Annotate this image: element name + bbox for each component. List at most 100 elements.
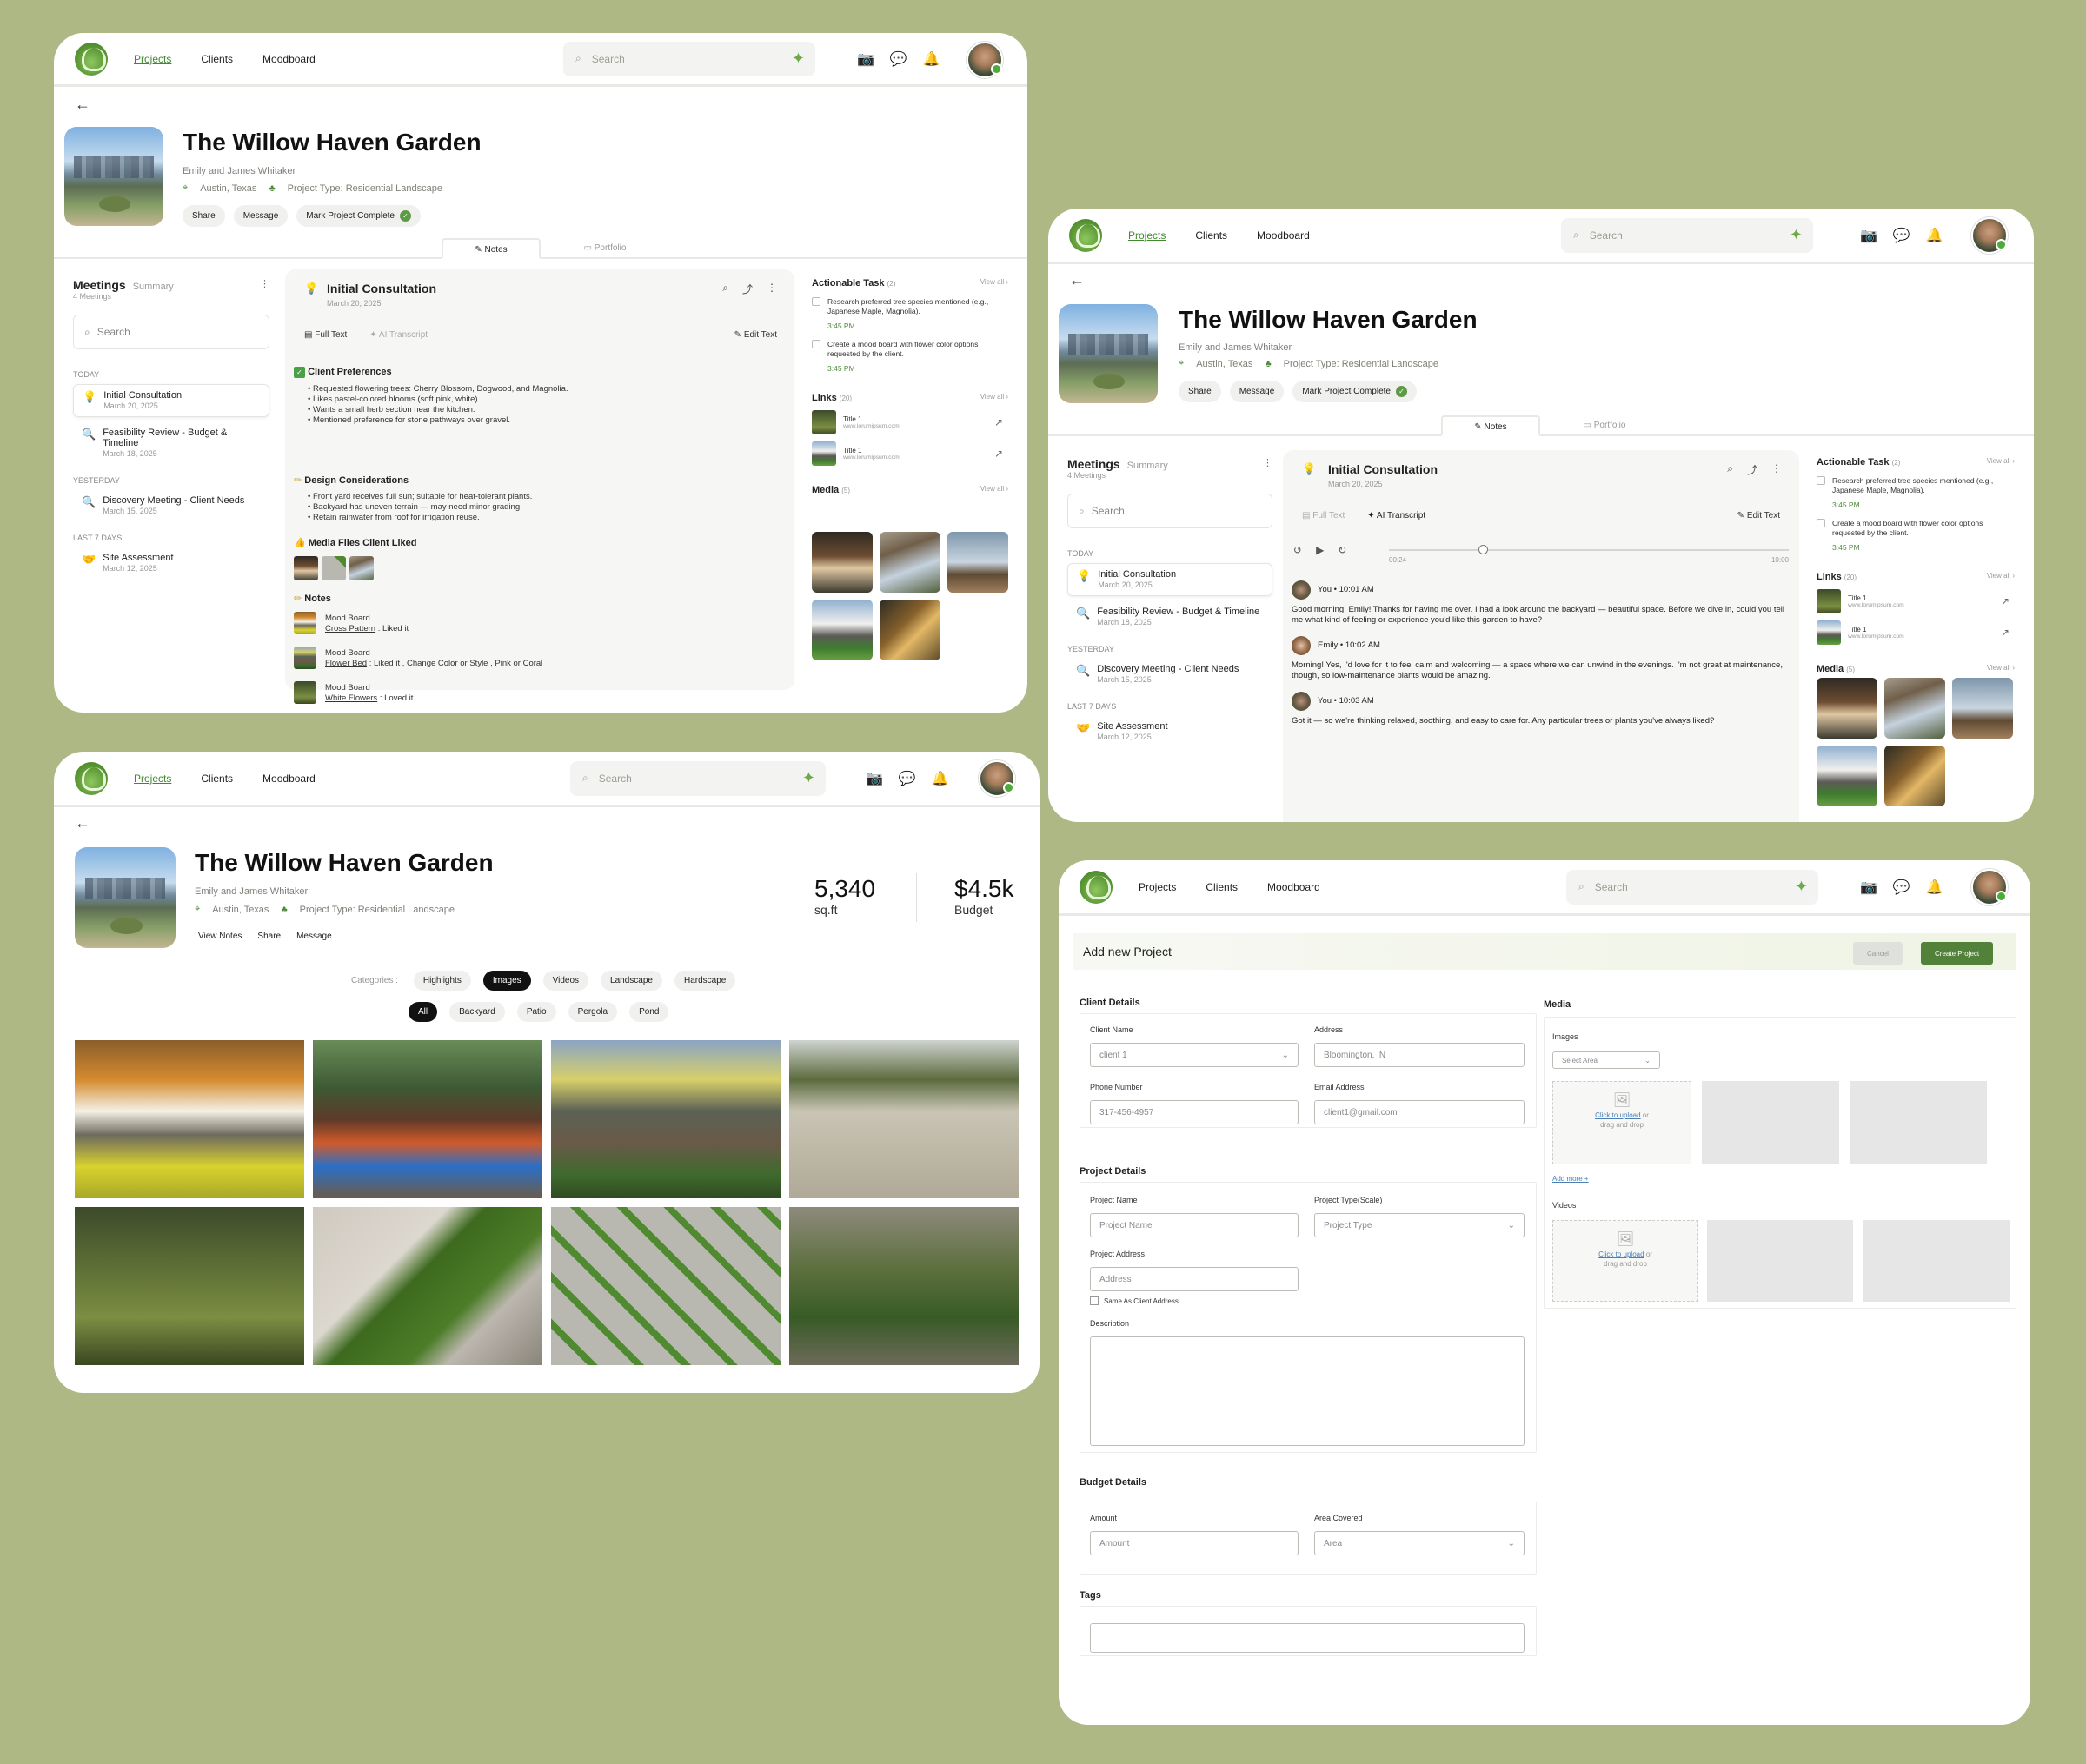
nav-projects[interactable]: Projects <box>134 53 171 65</box>
meeting-item[interactable]: 🔍 Discovery Meeting - Client Needs March 1… <box>1067 659 1272 690</box>
nav-moodboard[interactable]: Moodboard <box>262 773 316 785</box>
portfolio-image[interactable] <box>789 1040 1019 1198</box>
chat-icon[interactable]: 💬 <box>899 770 916 787</box>
note-link[interactable]: Flower Bed <box>325 659 367 668</box>
task-checkbox[interactable] <box>1817 519 1825 527</box>
user-avatar[interactable] <box>1971 217 2008 254</box>
meeting-item[interactable]: 🤝 Site Assessment March 12, 2025 <box>73 547 269 579</box>
media-thumbnail[interactable] <box>1884 678 1945 739</box>
amount-field[interactable]: Amount <box>1090 1531 1299 1555</box>
video-upload-dropzone[interactable]: 🖼 Click to upload or drag and drop <box>1552 1220 1698 1302</box>
message-button[interactable]: Message <box>1229 381 1285 402</box>
search-icon[interactable]: ⌕ <box>1727 462 1733 477</box>
meeting-item[interactable]: 🔍 Discovery Meeting - Client Needs March 1… <box>73 490 269 521</box>
search-input[interactable]: ⌕ Search ✦ <box>1566 869 1818 905</box>
summary-link[interactable]: Summary <box>133 282 174 292</box>
phone-field[interactable]: 317-456-4957 <box>1090 1100 1299 1124</box>
view-all-link[interactable]: View all › <box>980 485 1008 493</box>
more-icon[interactable]: ⋮ <box>1771 462 1782 477</box>
external-link-icon[interactable]: ↗ <box>994 448 1003 460</box>
filter-pergola[interactable]: Pergola <box>568 1002 618 1022</box>
view-all-link[interactable]: View all › <box>1987 457 2015 465</box>
portfolio-image[interactable] <box>313 1207 542 1365</box>
media-thumbnail[interactable] <box>1817 746 1877 806</box>
meetings-search[interactable]: ⌕ Search <box>1067 494 1272 528</box>
link-item[interactable]: Title 1 www.lorumipsum.com ↗ <box>1817 589 2015 613</box>
full-text-toggle[interactable]: ▤ Full Text <box>304 330 347 340</box>
ai-sparkle-icon[interactable]: ✦ <box>1795 878 1808 896</box>
portfolio-image[interactable] <box>789 1207 1019 1365</box>
nav-projects[interactable]: Projects <box>1139 881 1176 893</box>
share-button[interactable]: Share <box>1179 381 1221 402</box>
filter-patio[interactable]: Patio <box>516 1002 556 1022</box>
category-landscape[interactable]: Landscape <box>601 971 662 991</box>
search-input[interactable]: ⌕ Search ✦ <box>570 760 826 796</box>
user-avatar[interactable] <box>1971 869 2008 905</box>
camera-icon[interactable]: 📷 <box>857 50 874 68</box>
bell-icon[interactable]: 🔔 <box>923 50 940 68</box>
view-all-link[interactable]: View all › <box>980 278 1008 286</box>
audio-scrubber[interactable] <box>1389 545 1789 554</box>
address-field[interactable]: Bloomington, IN <box>1314 1043 1525 1067</box>
nav-clients[interactable]: Clients <box>1195 229 1227 242</box>
create-project-button[interactable]: Create Project <box>1921 942 1994 965</box>
summary-link[interactable]: Summary <box>1127 461 1168 471</box>
tab-notes[interactable]: ✎ Notes <box>442 238 541 259</box>
image-upload-dropzone[interactable]: 🖼 Click to upload or drag and drop <box>1552 1081 1691 1164</box>
task-item[interactable]: Research preferred tree species mentione… <box>812 297 1008 331</box>
mark-complete-button[interactable]: Mark Project Complete ✓ <box>1292 381 1417 402</box>
task-checkbox[interactable] <box>812 297 820 306</box>
share-icon[interactable]: ⤴ <box>742 282 753 296</box>
more-icon[interactable]: ⋮ <box>1263 457 1272 468</box>
ai-transcript-toggle[interactable]: ✦ AI Transcript <box>1367 511 1425 521</box>
filter-all[interactable]: All <box>409 1002 438 1022</box>
chat-icon[interactable]: 💬 <box>1893 227 1910 244</box>
share-button[interactable]: Share <box>254 926 284 946</box>
brand-logo[interactable] <box>1069 218 1102 252</box>
media-thumbnail[interactable] <box>322 556 346 580</box>
nav-clients[interactable]: Clients <box>1206 881 1238 893</box>
back-arrow-icon[interactable]: ← <box>75 96 90 114</box>
more-icon[interactable]: ⋮ <box>767 282 777 296</box>
nav-moodboard[interactable]: Moodboard <box>1267 881 1320 893</box>
media-thumbnail[interactable] <box>349 556 374 580</box>
forward-icon[interactable]: ↻ <box>1338 544 1346 556</box>
nav-projects[interactable]: Projects <box>1128 229 1166 242</box>
tab-portfolio[interactable]: ▭ Portfolio <box>1561 415 1648 436</box>
portfolio-image[interactable] <box>75 1040 304 1198</box>
ai-sparkle-icon[interactable]: ✦ <box>792 50 805 68</box>
more-icon[interactable]: ⋮ <box>260 278 269 289</box>
external-link-icon[interactable]: ↗ <box>2001 595 2010 607</box>
project-address-field[interactable]: Address <box>1090 1267 1299 1291</box>
camera-icon[interactable]: 📷 <box>1860 879 1877 896</box>
email-field[interactable]: client1@gmail.com <box>1314 1100 1525 1124</box>
description-textarea[interactable] <box>1090 1336 1525 1446</box>
cancel-button[interactable]: Cancel <box>1853 942 1903 965</box>
nav-projects[interactable]: Projects <box>134 773 171 785</box>
back-arrow-icon[interactable]: ← <box>75 814 90 832</box>
client-name-select[interactable]: client 1 ⌄ <box>1090 1043 1299 1067</box>
bell-icon[interactable]: 🔔 <box>1926 879 1943 896</box>
search-input[interactable]: ⌕ Search ✦ <box>1561 217 1813 253</box>
ai-sparkle-icon[interactable]: ✦ <box>1790 226 1803 244</box>
nav-moodboard[interactable]: Moodboard <box>262 53 316 65</box>
same-address-checkbox[interactable] <box>1090 1296 1099 1305</box>
user-avatar[interactable] <box>979 760 1015 797</box>
task-item[interactable]: Create a mood board with flower color op… <box>1817 519 2015 553</box>
search-icon[interactable]: ⌕ <box>722 282 728 296</box>
camera-icon[interactable]: 📷 <box>866 770 883 787</box>
category-highlights[interactable]: Highlights <box>413 971 471 991</box>
user-avatar[interactable] <box>967 42 1003 78</box>
add-more-link[interactable]: Add more + <box>1552 1175 1589 1183</box>
message-button[interactable]: Message <box>293 926 335 946</box>
full-text-toggle[interactable]: ▤ Full Text <box>1302 511 1345 521</box>
nav-clients[interactable]: Clients <box>201 773 233 785</box>
tab-notes[interactable]: ✎ Notes <box>1441 415 1540 436</box>
portfolio-image[interactable] <box>551 1040 781 1198</box>
task-item[interactable]: Research preferred tree species mentione… <box>1817 476 2015 510</box>
meeting-item[interactable]: 💡 Initial Consultation March 20, 2025 <box>1067 563 1272 596</box>
project-type-select[interactable]: Project Type ⌄ <box>1314 1213 1525 1237</box>
media-thumbnail[interactable] <box>1952 678 2013 739</box>
rewind-icon[interactable]: ↺ <box>1293 544 1302 556</box>
camera-icon[interactable]: 📷 <box>1860 227 1877 244</box>
